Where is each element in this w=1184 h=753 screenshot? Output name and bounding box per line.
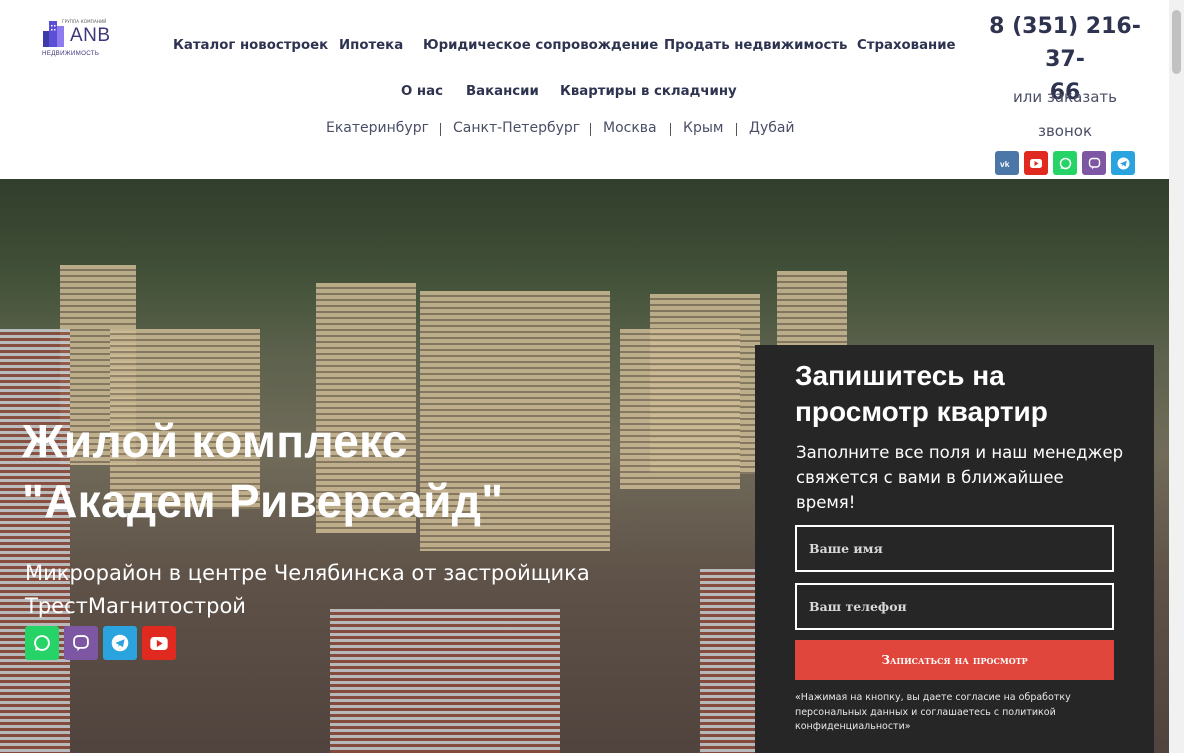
whatsapp-icon[interactable] <box>25 626 59 660</box>
nav-item-sell[interactable]: Продать недвижимость <box>664 38 847 53</box>
viewing-signup-form: Запишитесь на просмотр квартир Заполните… <box>755 345 1154 753</box>
hero-building <box>0 329 70 753</box>
hero-title-line-1: Жилой комплекс <box>22 415 408 467</box>
submit-button[interactable]: Записаться на просмотр <box>795 640 1114 680</box>
telegram-icon[interactable] <box>1111 151 1135 175</box>
youtube-icon[interactable] <box>142 626 176 660</box>
city-moscow[interactable]: Москва <box>603 120 657 136</box>
youtube-icon[interactable] <box>1024 151 1048 175</box>
nav-item-insurance[interactable]: Страхование <box>857 38 956 53</box>
hero-building <box>620 329 740 489</box>
hero-building <box>700 569 760 753</box>
form-title: Запишитесь на просмотр квартир <box>795 360 1048 427</box>
city-divider <box>670 123 671 136</box>
nav-item-legal[interactable]: Юридическое сопровождение <box>423 38 658 53</box>
nav-item-catalog[interactable]: Каталог новостроек <box>173 38 328 53</box>
hero-section: Жилой комплекс "Академ Риверсайд" Микрор… <box>0 179 1169 753</box>
hero-title-line-2: "Академ Риверсайд" <box>22 475 504 527</box>
city-dubai[interactable]: Дубай <box>749 120 795 136</box>
city-ekaterinburg[interactable]: Екатеринбург <box>326 120 429 136</box>
nav-item-vacancies[interactable]: Вакансии <box>466 84 539 99</box>
hero-building <box>777 271 847 351</box>
phone-line-1: 8 (351) 216-37- <box>989 14 1141 72</box>
name-input-placeholder: Ваше имя <box>809 541 883 556</box>
hero-title: Жилой комплекс "Академ Риверсайд" <box>22 411 503 531</box>
phone-input[interactable]: Ваш телефон <box>795 583 1114 630</box>
hero-building <box>330 609 560 753</box>
callback-link[interactable]: или заказать звонок <box>985 80 1145 148</box>
nav-item-pooled[interactable]: Квартиры в складчину <box>560 84 737 99</box>
city-divider <box>440 123 441 136</box>
vk-icon[interactable]: vk <box>995 151 1019 175</box>
scrollbar-thumb[interactable] <box>1172 10 1181 74</box>
form-description: Заполните все поля и наш менеджер свяжет… <box>796 443 1124 512</box>
callback-line-1: или заказать <box>1012 88 1118 106</box>
nav-item-mortgage[interactable]: Ипотека <box>339 38 403 53</box>
nav-item-about[interactable]: О нас <box>401 84 443 99</box>
logo-brand: ANB <box>70 25 111 46</box>
svg-text:vk: vk <box>1000 159 1010 168</box>
hero-subtitle: Микрорайон в центре Челябинска от застро… <box>25 561 590 618</box>
phone-input-placeholder: Ваш телефон <box>809 599 907 614</box>
callback-line-2: звонок <box>1037 122 1093 140</box>
city-spb[interactable]: Санкт-Петербург <box>453 120 580 136</box>
consent-text: «Нажимая на кнопку, вы даете согласие на… <box>795 692 1071 732</box>
logo[interactable]: ГРУППА КОМПАНИЙ ANB НЕДВИЖИМОСТЬ <box>40 14 120 60</box>
telegram-icon[interactable] <box>103 626 137 660</box>
logo-small-text: ГРУППА КОМПАНИЙ <box>62 19 107 24</box>
logo-subtitle: НЕДВИЖИМОСТЬ <box>42 50 100 57</box>
city-divider <box>590 123 591 136</box>
whatsapp-icon[interactable] <box>1053 151 1077 175</box>
site-header: ГРУППА КОМПАНИЙ ANB НЕДВИЖИМОСТЬ Каталог… <box>0 0 1169 179</box>
city-crimea[interactable]: Крым <box>683 120 723 136</box>
viber-icon[interactable] <box>64 626 98 660</box>
viber-icon[interactable] <box>1082 151 1106 175</box>
page-scrollbar[interactable] <box>1169 0 1184 753</box>
name-input[interactable]: Ваше имя <box>795 525 1114 572</box>
city-divider <box>736 123 737 136</box>
